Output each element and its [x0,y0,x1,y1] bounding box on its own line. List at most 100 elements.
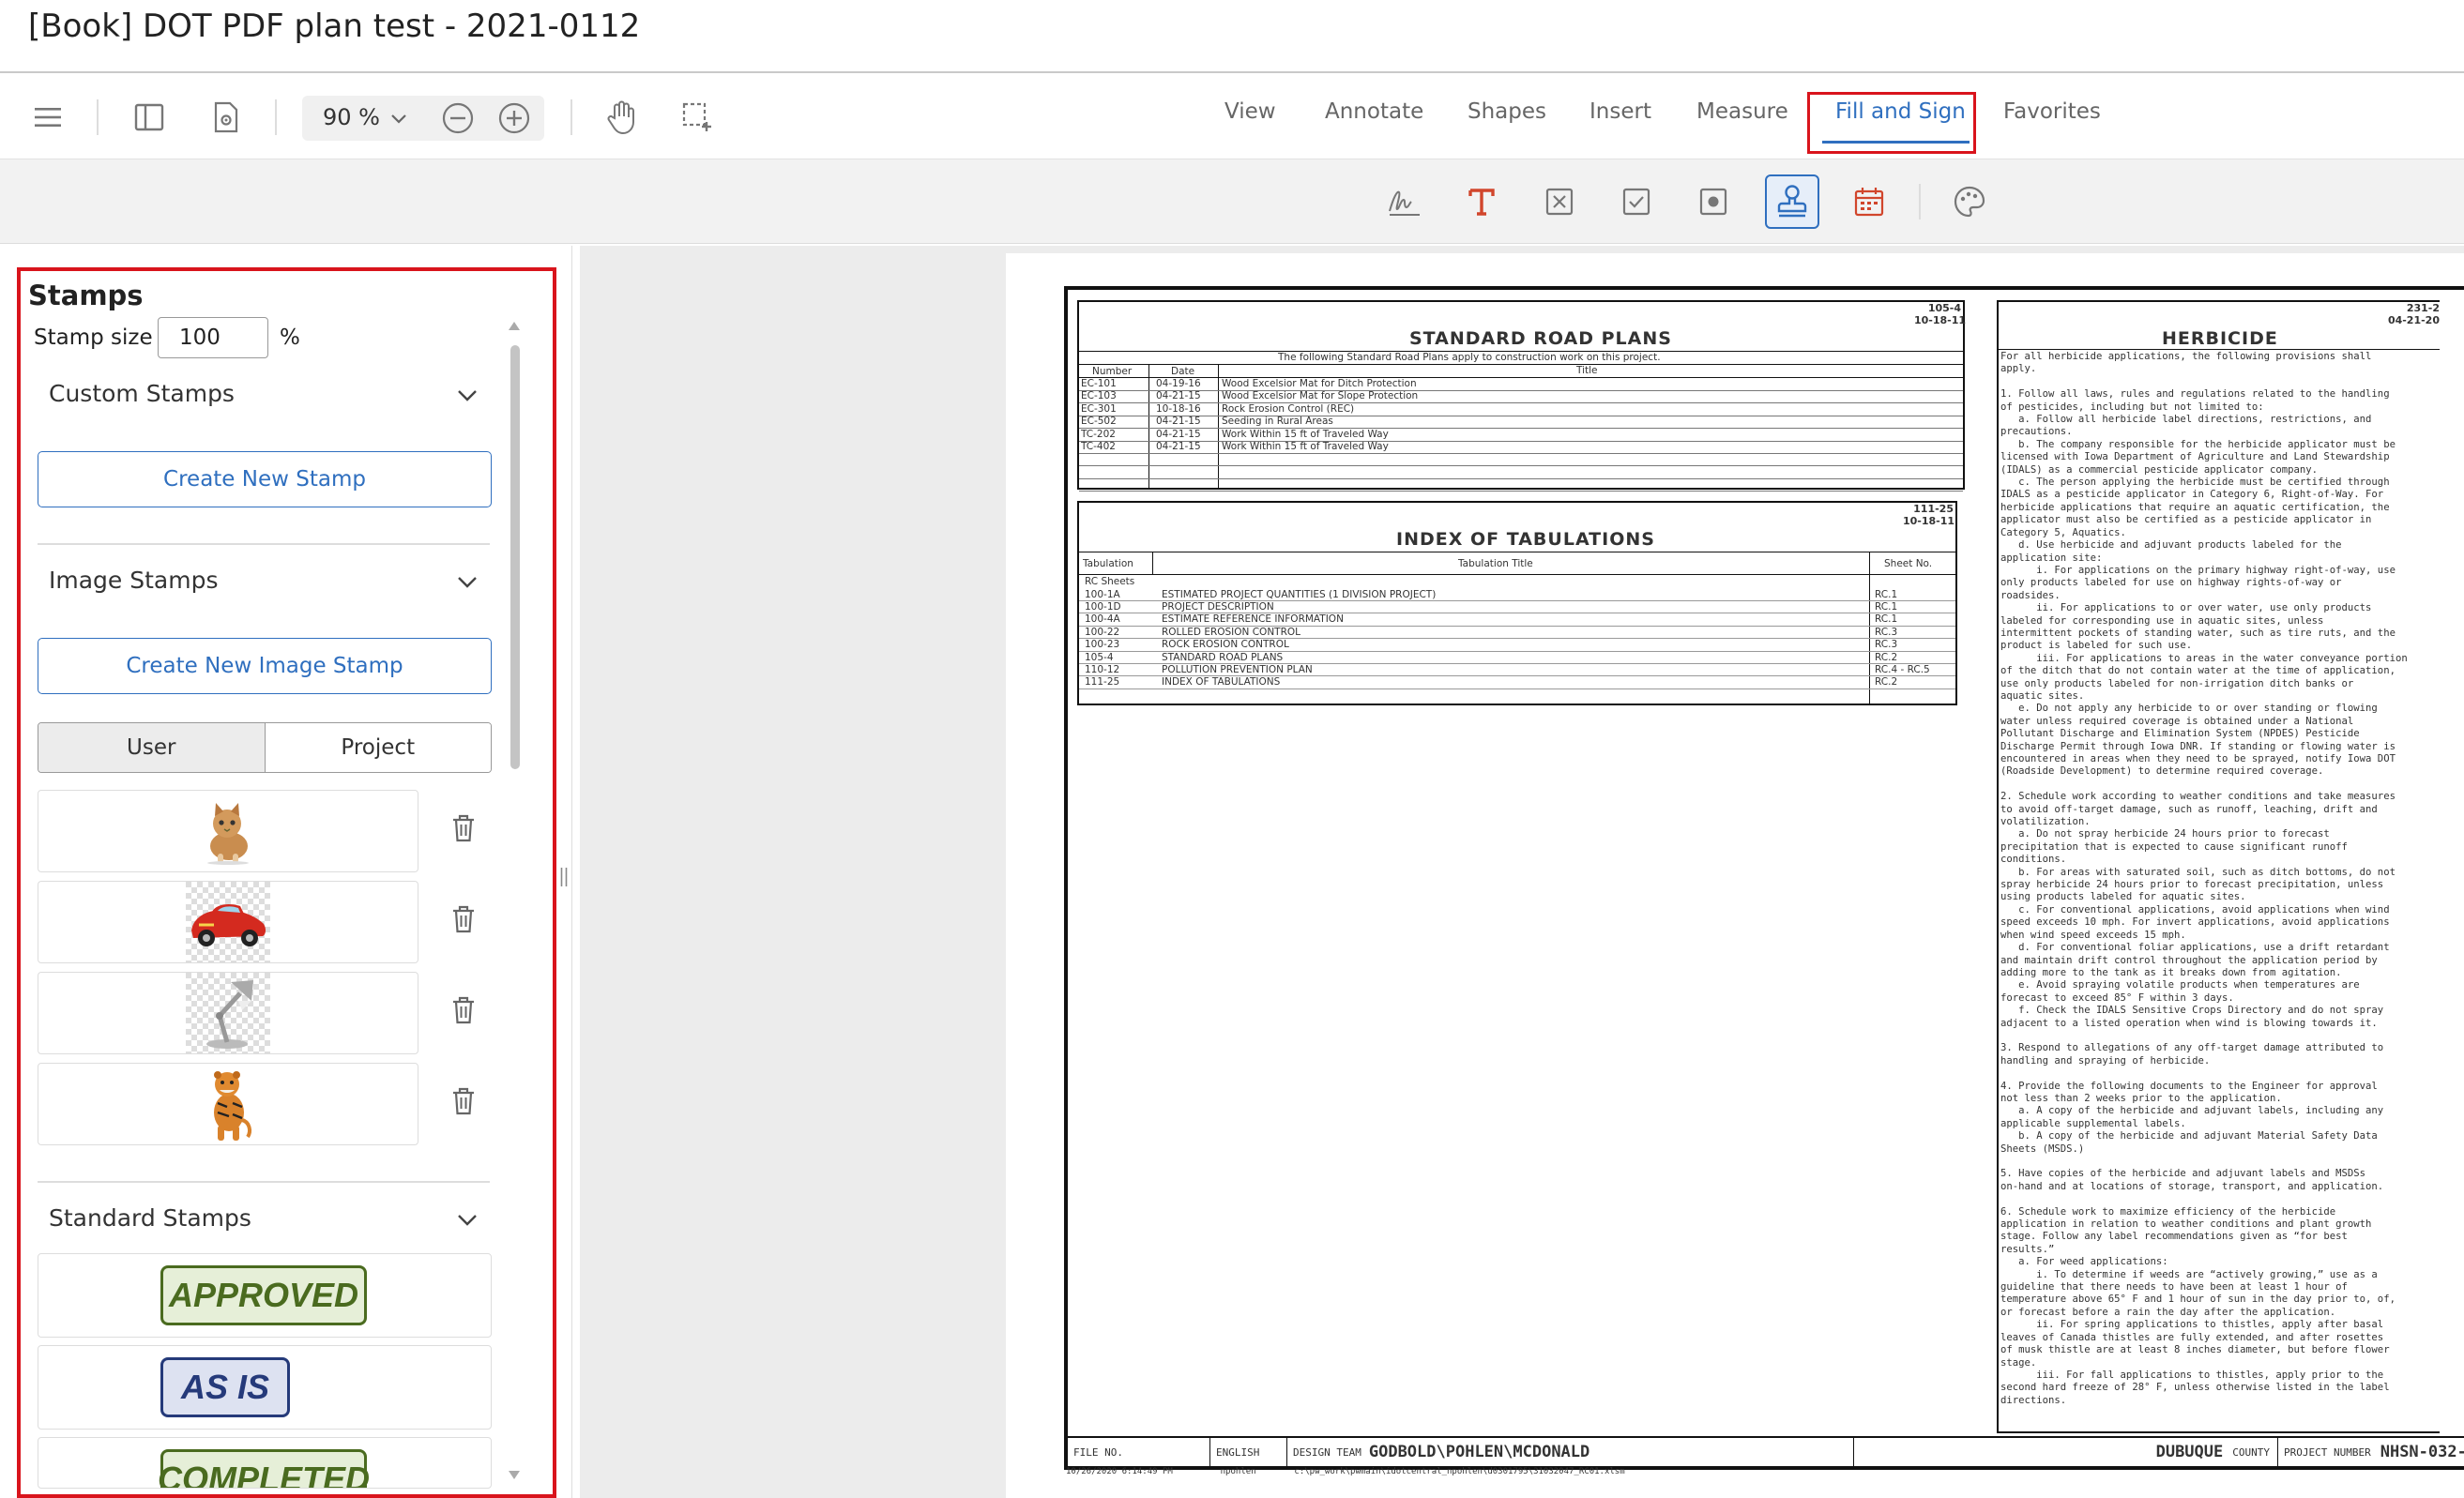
standard-stamp-as-is[interactable]: AS IS [38,1345,492,1430]
index-group-label: RC Sheets [1085,576,1135,587]
footer-project: PROJECT NUMBER NHSN-032-1(47)--2 [2278,1438,2464,1466]
race-car-image [186,882,270,962]
approved-stamp: APPROVED [160,1265,367,1325]
footer-project-label: PROJECT NUMBER [2284,1445,2371,1459]
image-stamp-tiger[interactable] [38,1063,418,1145]
delete-stamp-icon[interactable] [445,900,482,938]
zoom-out-icon[interactable] [441,101,475,139]
rule [1218,364,1219,488]
road-plans-cell: 04-21-15 [1156,428,1201,440]
toolbar-divider [97,99,99,135]
row-rule [1079,428,1963,430]
index-cell: 100-23 [1085,639,1120,651]
signature-icon[interactable] [1377,174,1432,229]
segment-project[interactable]: Project [264,723,491,772]
delete-stamp-icon[interactable] [445,1082,482,1120]
calendar-icon[interactable] [1842,174,1896,229]
tab-view[interactable]: View [1224,99,1276,124]
title-bar: [Book] DOT PDF plan test - 2021-0112 [0,0,2464,73]
as-is-stamp: AS IS [160,1357,290,1417]
index-doc-number: 111-25 10-18-11 [1903,503,1955,527]
footer-blank [1854,1438,1995,1466]
chevron-down-icon[interactable] [457,388,478,406]
zoom-in-icon[interactable] [497,101,531,139]
zoom-level[interactable]: 90 % [323,104,380,130]
create-new-image-stamp-button[interactable]: Create New Image Stamp [38,638,492,694]
text-icon[interactable] [1454,174,1509,229]
index-cell: 111-25 [1085,676,1120,688]
index-cell: RC.1 [1875,613,1898,626]
dot-field-icon[interactable] [1686,174,1741,229]
custom-stamps-header[interactable]: Custom Stamps [49,380,235,407]
pan-hand-icon[interactable] [601,96,644,139]
index-cell: RC.1 [1875,600,1898,613]
delete-stamp-icon[interactable] [445,991,482,1029]
index-cell: STANDARD ROAD PLANS [1162,651,1284,663]
index-col-sheet: Sheet No. [1884,558,1933,569]
cross-field-icon[interactable] [1532,174,1587,229]
stamp-icon[interactable] [1765,174,1819,229]
hamburger-menu-icon[interactable] [26,96,69,139]
panel-resize-handle[interactable] [559,867,569,887]
stamp-size-input[interactable] [158,317,268,358]
index-col-title: Tabulation Title [1458,558,1533,569]
standard-stamp-completed[interactable]: COMPLETED [38,1437,492,1489]
index-cell: POLLUTION PREVENTION PLAN [1162,663,1313,675]
footer-file-no-label: FILE NO. [1068,1438,1210,1466]
tab-insert[interactable]: Insert [1589,99,1651,124]
select-area-icon[interactable] [676,96,719,139]
footer-project-value: NHSN-032-1(47)--2 [2380,1443,2464,1461]
herbicide-doc-number: 231-2 04-21-20 [2387,302,2440,326]
footer-county: DUBUQUE COUNTY [1995,1438,2278,1466]
road-plans-cell: Work Within 15 ft of Traveled Way [1222,428,1389,440]
image-stamp-race-car[interactable] [38,881,418,963]
print-user: npohlen [1220,1467,1256,1476]
index-cell: ESTIMATED PROJECT QUANTITIES (1 DIVISION… [1162,588,1437,600]
stamp-scope-toggle: User Project [38,722,492,773]
tab-annotate[interactable]: Annotate [1325,99,1423,124]
document-title: [Book] DOT PDF plan test - 2021-0112 [28,8,641,45]
palette-icon[interactable] [1942,174,1997,229]
road-plans-doc-number: 105-4 10-18-11 [1914,302,1967,326]
tab-favorites[interactable]: Favorites [2003,99,2101,124]
segment-user[interactable]: User [38,723,265,772]
fill-and-sign-toolbar [0,159,2464,244]
scroll-up-icon[interactable] [507,319,522,332]
document-settings-icon[interactable] [205,96,248,139]
sheet-footer: FILE NO. ENGLISH DESIGN TEAM GODBOLD\POH… [1068,1436,2464,1466]
image-stamp-kitten[interactable] [38,790,418,872]
index-title: INDEX OF TABULATIONS [1396,529,1655,550]
index-cell: RC.3 [1875,639,1898,651]
road-plans-cell: 04-19-16 [1156,378,1201,389]
herbicide-body: For all herbicide applications, the foll… [2000,351,2408,1406]
index-cell: RC.3 [1875,626,1898,638]
create-new-stamp-button[interactable]: Create New Stamp [38,451,492,507]
scroll-down-icon[interactable] [507,1469,522,1482]
stamp-size-unit: % [280,325,300,350]
rule [1152,552,1153,574]
standard-stamp-approved[interactable]: APPROVED [38,1253,492,1338]
scroll-thumb[interactable] [510,345,520,769]
delete-stamp-icon[interactable] [445,810,482,847]
standard-stamps-header[interactable]: Standard Stamps [49,1204,251,1232]
zoom-control: 90 % [302,96,544,141]
sidebar-toggle-icon[interactable] [128,96,171,139]
image-stamps-header[interactable]: Image Stamps [49,567,218,594]
toolbar-divider [570,99,572,135]
road-plans-cell: Rock Erosion Control (REC) [1222,402,1355,415]
chevron-down-icon[interactable] [457,575,478,593]
footer-design-team-label: DESIGN TEAM [1293,1445,1361,1459]
tab-shapes[interactable]: Shapes [1468,99,1546,124]
image-stamp-desk-lamp[interactable] [38,972,418,1054]
stamp-size-label: Stamp size [34,325,153,350]
chevron-down-icon[interactable] [457,1213,478,1231]
print-path: c:\pw_work\pwmain\idotcentral_npohlen\d0… [1294,1467,1625,1476]
tab-measure[interactable]: Measure [1696,99,1788,124]
index-cell: INDEX OF TABULATIONS [1162,676,1281,688]
road-plans-cell: EC-103 [1081,390,1117,402]
chevron-down-icon[interactable] [390,111,407,129]
index-cell: PROJECT DESCRIPTION [1162,600,1274,613]
index-cell: RC.2 [1875,676,1898,688]
check-field-icon[interactable] [1609,174,1664,229]
road-plans-cell: 04-21-15 [1156,416,1201,428]
